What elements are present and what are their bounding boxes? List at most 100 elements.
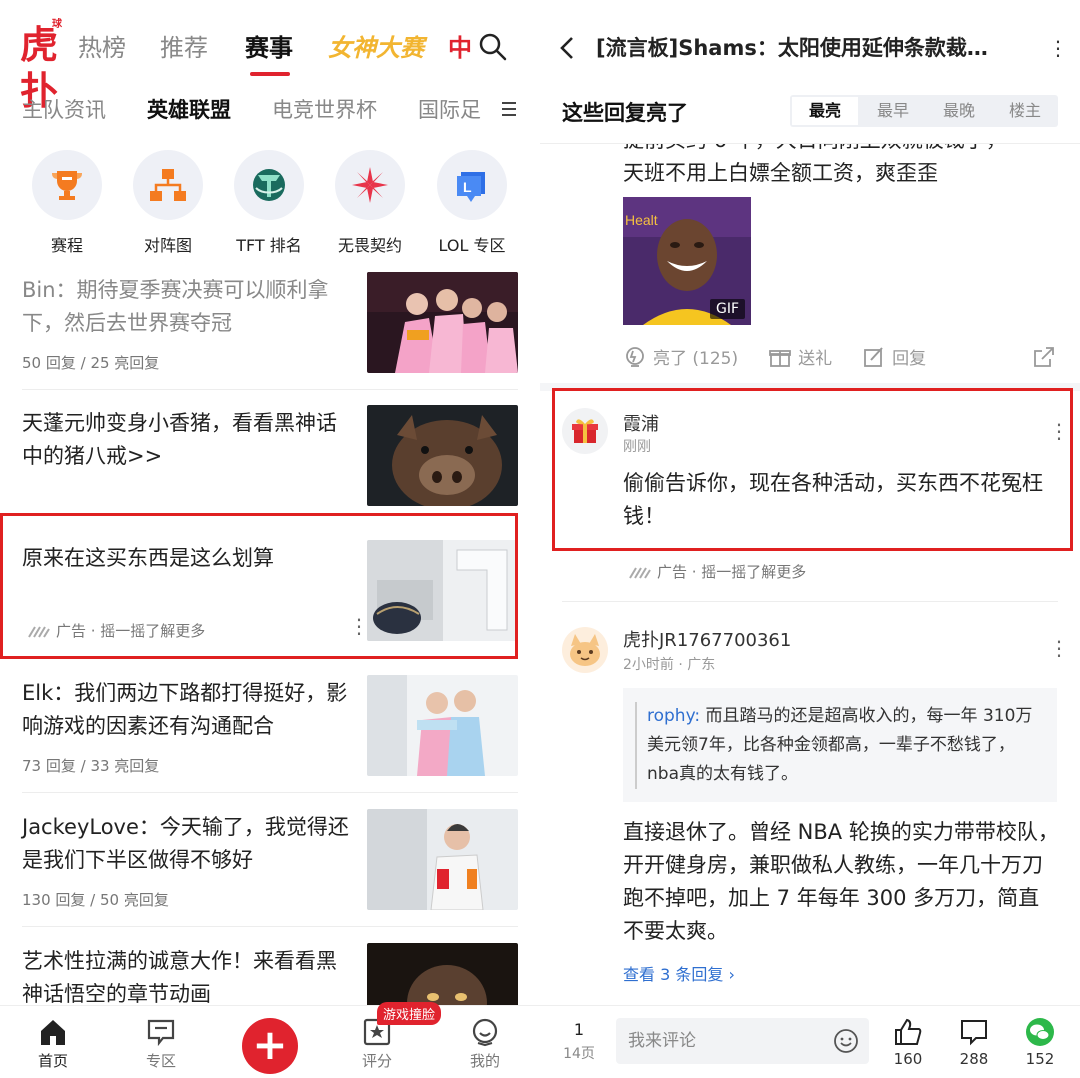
wechat-icon <box>1015 1014 1065 1050</box>
view-replies-link[interactable]: 查看 3 条回复 › <box>623 961 735 985</box>
share-icon[interactable] <box>1032 345 1056 373</box>
comment-input[interactable]: 我来评论 <box>616 1018 869 1064</box>
light-button[interactable]: 亮了 (125) <box>623 344 738 369</box>
comment-gif[interactable]: Healt GIF <box>623 197 751 325</box>
home-icon <box>18 1014 88 1050</box>
article-card[interactable]: 天蓬元帅变身小香猪，看看黑神话中的猪八戒>> <box>0 405 540 509</box>
quoted-user[interactable]: rophy: <box>647 706 700 726</box>
highlight-box <box>0 513 518 659</box>
article-card[interactable]: Elk：我们两边下路都打得挺好，影响游戏的因素还有沟通配合 73 回复 / 33… <box>0 675 540 779</box>
divider <box>22 926 518 927</box>
quoted-reply: rophy: 而且踏马的还是超高收入的，每一年 310万美元领7年，比各种金领都… <box>623 688 1057 802</box>
divider <box>562 601 1058 602</box>
sort-tab-op[interactable]: 楼主 <box>992 95 1058 127</box>
highlights-bar: 这些回复亮了 最亮 最早 最晚 楼主 <box>540 92 1080 144</box>
shortcut-valorant[interactable]: 无畏契约 <box>330 150 410 256</box>
more-options-icon[interactable]: ⋮ <box>1049 638 1069 658</box>
tab-hot[interactable]: 热榜 <box>78 30 126 66</box>
article-title: JackeyLove：今天输了，我觉得还是我们下半区做得不够好 <box>22 815 349 872</box>
shortcut-tft[interactable]: TFT 排名 <box>229 150 309 256</box>
category-esports-worldcup[interactable]: 电竞世界杯 <box>272 94 377 126</box>
category-lol[interactable]: 英雄联盟 <box>147 94 231 126</box>
article-title: Elk：我们两边下路都打得挺好，影响游戏的因素还有沟通配合 <box>22 681 348 738</box>
article-thumbnail <box>367 809 518 910</box>
comment-actions: 亮了 (125) 送礼 回复 <box>623 344 1063 369</box>
section-title: 这些回复亮了 <box>562 101 688 125</box>
article-thumbnail <box>367 405 518 506</box>
light-icon <box>626 346 644 367</box>
sort-tab-latest[interactable]: 最晚 <box>926 95 992 127</box>
thread-title: [流言板]Shams：太阳使用延伸条款裁… <box>596 36 988 60</box>
sort-tab-best[interactable]: 最亮 <box>792 97 858 125</box>
tft-icon <box>234 150 304 220</box>
article-thumbnail <box>367 272 518 373</box>
article-meta: 130 回复 / 50 亮回复 <box>22 891 169 909</box>
article-title: 天蓬元帅变身小香猪，看看黑神话中的猪八戒>> <box>22 411 337 468</box>
nav-home[interactable]: 首页 <box>18 1014 88 1071</box>
tab-goddess[interactable]: 女神大赛 <box>328 30 424 66</box>
zone-icon <box>126 1014 196 1050</box>
shortcut-bracket[interactable]: 对阵图 <box>128 150 208 256</box>
shortcut-lol[interactable]: L LOL 专区 <box>432 150 512 256</box>
wechat-share-button[interactable]: 152 <box>1015 1014 1065 1068</box>
article-card[interactable]: JackeyLove：今天输了，我觉得还是我们下半区做得不够好 130 回复 /… <box>0 809 540 913</box>
avatar[interactable] <box>562 627 608 673</box>
nav-zone[interactable]: 专区 <box>126 1014 196 1071</box>
shortcut-schedule[interactable]: 赛程 <box>27 150 107 256</box>
menu-icon[interactable] <box>502 100 518 122</box>
quoted-text: 而且踏马的还是超高收入的，每一年 310万美元领7年，比各种金领都高，一辈子不愁… <box>647 706 1033 784</box>
tab-events[interactable]: 赛事 <box>245 30 293 66</box>
tab-china[interactable]: 中 <box>448 30 472 66</box>
article-card[interactable]: Bin：期待夏季赛决赛可以顺利拿下，然后去世界赛夺冠 50 回复 / 25 亮回… <box>0 272 540 390</box>
comments-button[interactable]: 288 <box>949 1014 999 1068</box>
comment-bar: 1 14页 我来评论 160 288 152 <box>540 1005 1080 1078</box>
thread-header: [流言板]Shams：太阳使用延伸条款裁… ⋮ <box>540 0 1080 90</box>
gift-icon <box>769 349 792 367</box>
thread-panel: 提前买约 6 年，大日同刚上双就被裁了， 天班不用上白嫖全额工资，爽歪歪 Hea… <box>540 0 1080 1078</box>
svg-text:L: L <box>463 179 472 195</box>
comment-time: 2小时前 · 广东 <box>623 657 716 673</box>
bottom-nav: 首页 专区 + 评分 我的 <box>0 1005 540 1078</box>
trophy-icon <box>32 150 102 220</box>
svg-text:Healt: Healt <box>625 212 658 228</box>
game-badge: 游戏撞脸 <box>377 1002 442 1025</box>
article-card[interactable]: 艺术性拉满的诚意大作！来看看黑神话悟空的章节动画 <box>0 943 540 1044</box>
sort-tabs: 最亮 最早 最晚 楼主 <box>790 95 1058 127</box>
search-icon[interactable] <box>478 32 508 66</box>
comment-text: 天班不用上白嫖全额工资，爽歪歪 <box>623 161 938 185</box>
article-meta: 73 回复 / 33 亮回复 <box>22 757 160 775</box>
category-team-news[interactable]: 主队资讯 <box>22 94 106 126</box>
feed-panel: 虎扑球 热榜 推荐 赛事 女神大赛 中 主队资讯 英雄联盟 电竞世界杯 国际足 … <box>0 0 540 1078</box>
category-intl-football[interactable]: 国际足 <box>418 94 482 126</box>
sort-tab-earliest[interactable]: 最早 <box>860 95 926 127</box>
reply-button[interactable]: 回复 <box>862 344 926 369</box>
page-indicator[interactable]: 1 14页 <box>560 1020 598 1063</box>
highlight-box <box>552 388 1073 551</box>
more-options-icon[interactable]: ⋮ <box>1048 38 1068 58</box>
article-thumbnail <box>367 675 518 776</box>
article-title: 艺术性拉满的诚意大作！来看看黑神话悟空的章节动画 <box>22 949 337 1006</box>
emoji-icon <box>834 1029 858 1053</box>
divider <box>22 389 518 390</box>
valorant-icon <box>335 150 405 220</box>
reply-icon <box>864 346 883 367</box>
comment-author[interactable]: 虎扑JR1767700361 <box>623 626 791 652</box>
gift-button[interactable]: 送礼 <box>768 344 832 369</box>
like-button[interactable]: 160 <box>883 1014 933 1068</box>
back-icon[interactable] <box>558 36 576 64</box>
comment-icon <box>949 1014 999 1050</box>
create-post-button[interactable]: + <box>242 1018 298 1074</box>
nav-profile[interactable]: 我的 <box>450 1014 520 1071</box>
article-meta: 50 回复 / 25 亮回复 <box>22 354 160 372</box>
ad-logo-icon <box>629 566 651 579</box>
divider <box>22 792 518 793</box>
profile-icon <box>450 1014 520 1050</box>
active-tab-indicator <box>250 72 290 76</box>
tab-recommend[interactable]: 推荐 <box>160 30 208 66</box>
gif-label: GIF <box>709 299 745 319</box>
lol-icon: L <box>437 150 507 220</box>
bracket-icon <box>133 150 203 220</box>
hupu-logo[interactable]: 虎扑球 <box>20 20 72 114</box>
article-title: Bin：期待夏季赛决赛可以顺利拿下，然后去世界赛夺冠 <box>22 278 329 335</box>
thumbs-up-icon <box>883 1014 933 1050</box>
